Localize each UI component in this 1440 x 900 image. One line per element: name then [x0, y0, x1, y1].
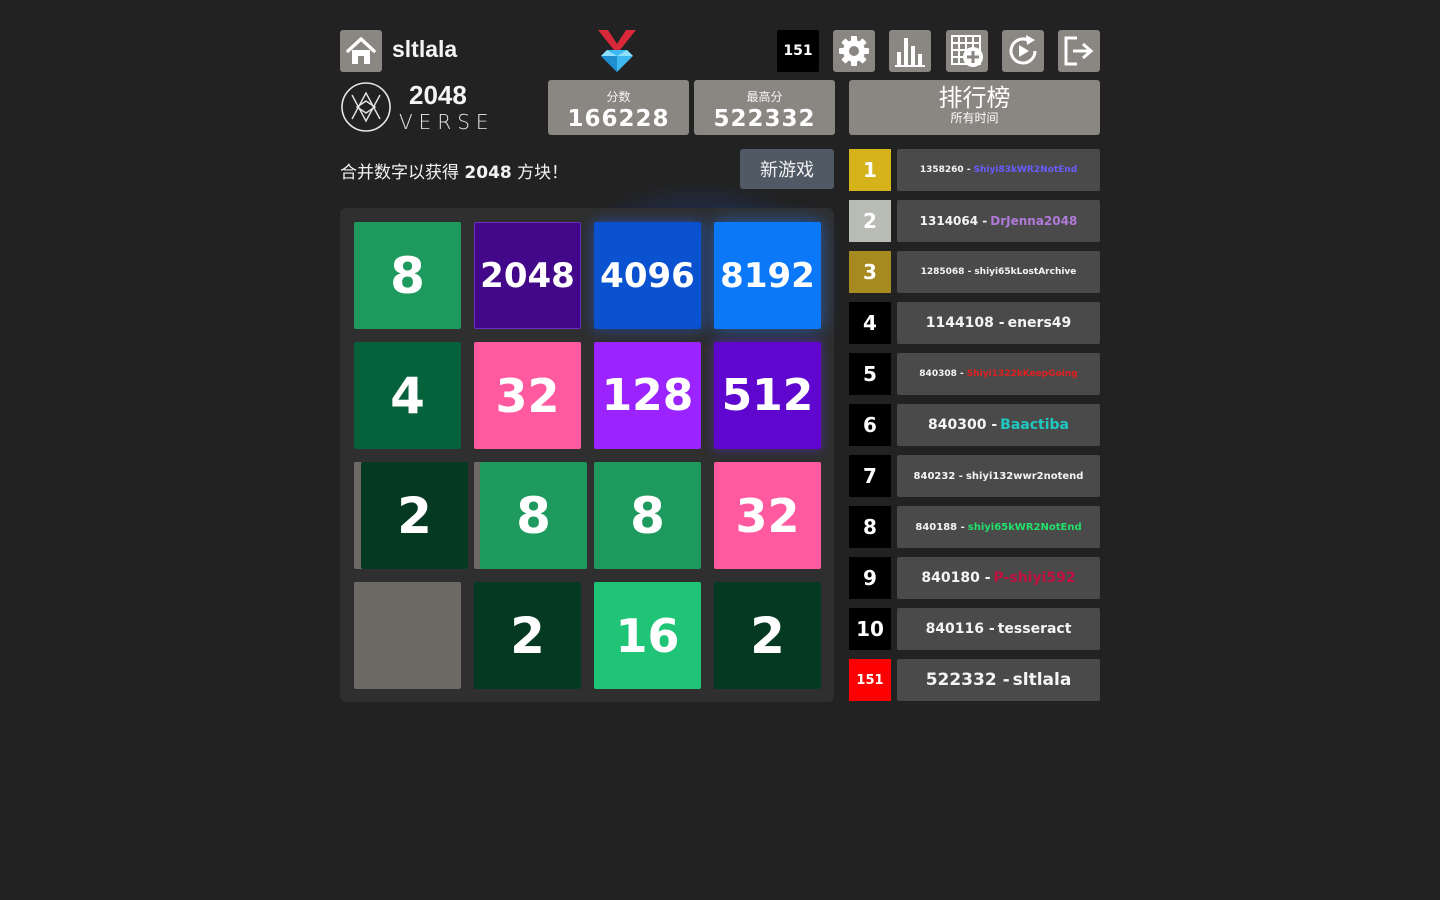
score-value: 166228: [567, 106, 670, 132]
tagline-prefix: 合并数字以获得: [340, 163, 465, 183]
leaderboard-entry[interactable]: 840188 - shiyi65kWR2NotEnd: [897, 506, 1100, 548]
tile: 4096: [594, 222, 701, 329]
leaderboard-entry[interactable]: 840308 - Shiyi1322kKeepGoing: [897, 353, 1100, 395]
leaderboard-player: sltlala: [1012, 670, 1072, 690]
tile: 4: [354, 342, 461, 449]
leaderboard-player: Shiyi83kWR2NotEnd: [973, 165, 1078, 175]
tile: 2: [474, 582, 581, 689]
gem-medal-icon[interactable]: [596, 30, 638, 74]
tile: 512: [714, 342, 821, 449]
leaderboard-entry[interactable]: 840232 - shiyi132wwr2notend: [897, 455, 1100, 497]
leaderboard-entry-self[interactable]: 522332 - sltlala: [897, 659, 1100, 701]
leaderboard-score: 840180 -: [921, 570, 991, 586]
leaderboard-score: 1285068 -: [920, 267, 972, 277]
leaderboard-player: P-shiyi592: [993, 570, 1076, 586]
replay-button[interactable]: [1002, 30, 1044, 72]
logout-icon: [1064, 36, 1094, 66]
replay-icon: [1009, 35, 1037, 65]
tile: 8: [480, 462, 587, 569]
tile-empty: [354, 582, 461, 689]
logo-title: 2048: [409, 80, 467, 110]
best-score-box: 最高分 522332: [694, 80, 835, 135]
leaderboard-rank: 1: [849, 149, 891, 191]
settings-button[interactable]: [833, 30, 875, 72]
leaderboard-entry[interactable]: 840300 - Baactiba: [897, 404, 1100, 446]
bar-chart-icon: [895, 38, 925, 67]
score-box: 分数 166228: [548, 80, 689, 135]
tile: 8: [594, 462, 701, 569]
tile: 2: [714, 582, 821, 689]
tile: 2048: [474, 222, 581, 329]
leaderboard-player: shiyi65kLostArchive: [974, 267, 1077, 277]
leaderboard-player: DrJenna2048: [990, 214, 1078, 228]
leaderboard-player: tesseract: [997, 621, 1072, 637]
tile: 8192: [714, 222, 821, 329]
leaderboard-score: 840232 -: [913, 470, 963, 482]
leaderboard-rank: 10: [849, 608, 891, 650]
leaderboard-rank: 8: [849, 506, 891, 548]
leaderboard-rank: 5: [849, 353, 891, 395]
username: sltlala: [392, 36, 458, 62]
leaderboard-rank: 9: [849, 557, 891, 599]
leaderboard-rank: 7: [849, 455, 891, 497]
tagline-highlight: 2048: [464, 163, 512, 183]
score-label: 分数: [606, 90, 631, 104]
grid-add-icon: [951, 35, 983, 67]
rank-badge[interactable]: 151: [777, 30, 819, 72]
leaderboard-player: eners49: [1007, 315, 1072, 331]
leaderboard-rank-self: 151: [849, 659, 891, 701]
best-score-label: 最高分: [746, 90, 783, 104]
leaderboard-rank: 4: [849, 302, 891, 344]
leaderboard-entry[interactable]: 840116 - tesseract: [897, 608, 1100, 650]
leaderboard-period: 所有时间: [950, 111, 999, 125]
best-score-value: 522332: [713, 106, 816, 132]
leaderboard-score: 522332 -: [925, 670, 1010, 690]
leaderboard-score: 1314064 -: [919, 214, 988, 228]
add-board-button[interactable]: [946, 30, 988, 72]
tile: 32: [714, 462, 821, 569]
leaderboard-entry[interactable]: 1358260 - Shiyi83kWR2NotEnd: [897, 149, 1100, 191]
leaderboard-player: shiyi132wwr2notend: [965, 470, 1084, 482]
leaderboard-rank: 3: [849, 251, 891, 293]
leaderboard-entry[interactable]: 1285068 - shiyi65kLostArchive: [897, 251, 1100, 293]
leaderboard-entry[interactable]: 1144108 - eners49: [897, 302, 1100, 344]
leaderboard-score: 840188 -: [915, 521, 965, 533]
leaderboard-entry[interactable]: 1314064 - DrJenna2048: [897, 200, 1100, 242]
tile: 32: [474, 342, 581, 449]
game-board[interactable]: 8 2048 4096 8192 4 32 128 512 2 8 8 32 2…: [340, 208, 834, 702]
leaderboard-score: 1358260 -: [919, 165, 971, 175]
leaderboard-player: Baactiba: [1000, 417, 1069, 433]
leaderboard-header[interactable]: 排行榜 所有时间: [849, 80, 1100, 135]
leaderboard-title: 排行榜: [938, 84, 1011, 112]
logo-subtitle: VERSE: [399, 110, 495, 134]
leaderboard-score: 1144108 -: [925, 315, 1005, 331]
leaderboard-score: 840300 -: [928, 417, 998, 433]
tagline: 合并数字以获得 2048 方块！: [340, 158, 568, 183]
tile: 16: [594, 582, 701, 689]
leaderboard-entry[interactable]: 840180 - P-shiyi592: [897, 557, 1100, 599]
leaderboard-rank: 2: [849, 200, 891, 242]
leaderboard-player: Shiyi1322kKeepGoing: [966, 369, 1078, 379]
home-button[interactable]: [340, 30, 382, 72]
leaderboard-score: 840308 -: [919, 369, 964, 379]
home-icon: [346, 37, 376, 64]
gear-icon: [839, 36, 869, 66]
tile: 8: [354, 222, 461, 329]
tile: 128: [594, 342, 701, 449]
logo-emblem-icon: [341, 82, 391, 132]
logout-button[interactable]: [1058, 30, 1100, 72]
stats-button[interactable]: [889, 30, 931, 72]
tile: 2: [361, 462, 468, 569]
leaderboard-rank: 6: [849, 404, 891, 446]
leaderboard-score: 840116 -: [925, 621, 995, 637]
leaderboard-player: shiyi65kWR2NotEnd: [967, 521, 1082, 533]
